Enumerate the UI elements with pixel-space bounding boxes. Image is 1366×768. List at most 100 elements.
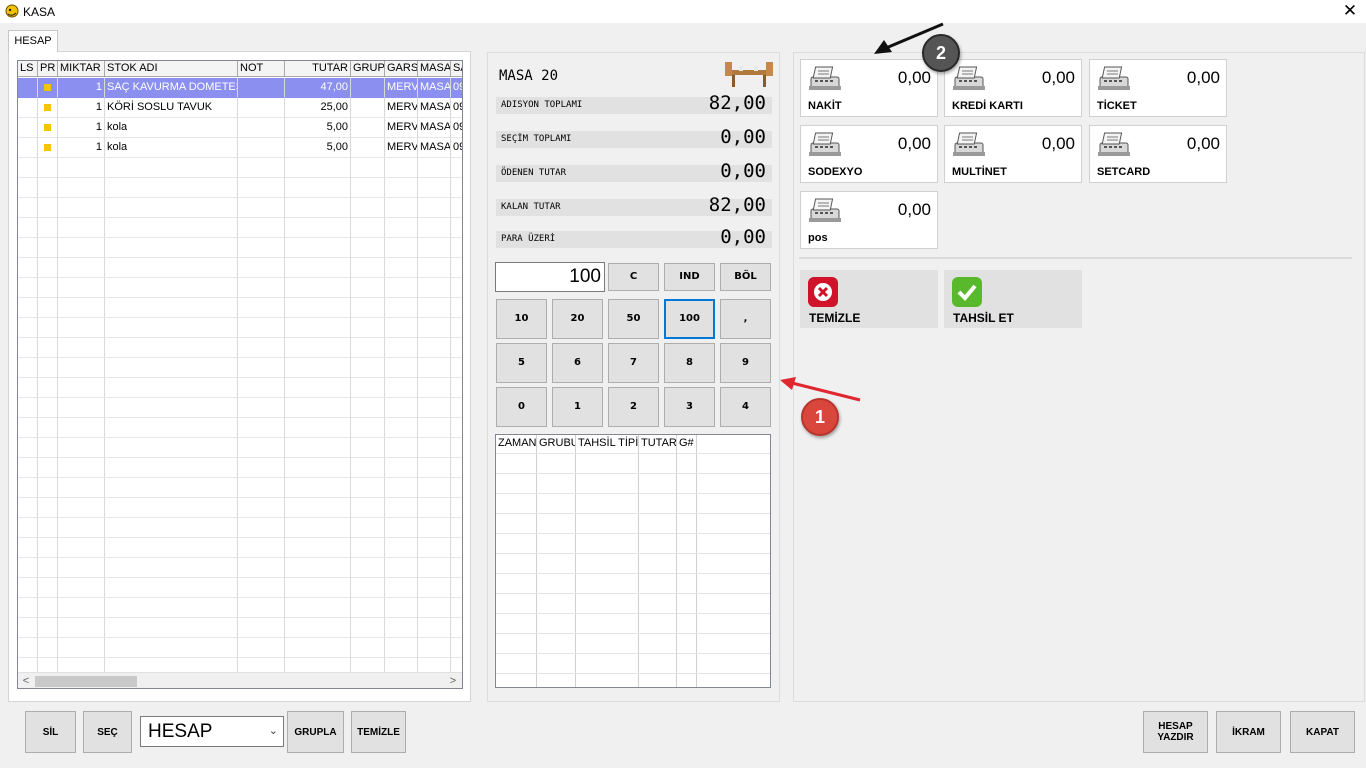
table-cell[interactable] bbox=[238, 78, 285, 98]
table-cell[interactable] bbox=[351, 98, 385, 118]
payments-grid[interactable]: ZAMAN GRUBU TAHSİL TİPİ TUTAR G# bbox=[495, 434, 771, 688]
table-cell[interactable] bbox=[238, 198, 285, 218]
table-cell[interactable] bbox=[58, 338, 105, 358]
table-cell[interactable] bbox=[38, 158, 58, 178]
table-cell[interactable] bbox=[351, 278, 385, 298]
table-cell[interactable]: 1 bbox=[58, 78, 105, 98]
table-cell[interactable] bbox=[418, 458, 451, 478]
table-cell[interactable] bbox=[385, 378, 418, 398]
table-cell[interactable] bbox=[351, 358, 385, 378]
table-cell[interactable] bbox=[351, 618, 385, 638]
table-cell[interactable] bbox=[285, 458, 351, 478]
table-cell[interactable] bbox=[385, 298, 418, 318]
table-cell[interactable] bbox=[385, 598, 418, 618]
print-bill-button[interactable]: HESAP YAZDIR bbox=[1143, 711, 1208, 753]
table-cell[interactable] bbox=[238, 438, 285, 458]
table-cell[interactable] bbox=[451, 358, 462, 378]
column-header-gars[interactable]: GARS bbox=[385, 61, 418, 77]
delete-button[interactable]: SİL bbox=[25, 711, 76, 753]
table-cell[interactable] bbox=[351, 318, 385, 338]
group-button[interactable]: GRUPLA bbox=[287, 711, 344, 753]
table-cell[interactable] bbox=[418, 538, 451, 558]
table-cell[interactable] bbox=[38, 498, 58, 518]
table-cell[interactable] bbox=[418, 378, 451, 398]
table-cell[interactable] bbox=[418, 618, 451, 638]
table-cell[interactable] bbox=[385, 158, 418, 178]
clear-payment-button[interactable]: TEMİZLE bbox=[800, 270, 938, 328]
table-cell[interactable] bbox=[38, 118, 58, 138]
table-cell[interactable] bbox=[285, 198, 351, 218]
bol-key-button[interactable]: BÖL bbox=[720, 263, 771, 291]
horizontal-scrollbar[interactable]: < > bbox=[18, 672, 462, 688]
table-cell[interactable] bbox=[18, 338, 38, 358]
table-cell[interactable] bbox=[238, 478, 285, 498]
select-button[interactable]: SEÇ bbox=[83, 711, 132, 753]
column-header-pr[interactable]: PR bbox=[38, 61, 58, 77]
payment-type-button[interactable]: 0,00 NAKİT bbox=[800, 59, 938, 117]
table-cell[interactable] bbox=[285, 618, 351, 638]
table-cell[interactable] bbox=[385, 538, 418, 558]
table-cell[interactable] bbox=[58, 478, 105, 498]
key-3-button[interactable]: 3 bbox=[664, 387, 715, 427]
table-cell[interactable] bbox=[418, 638, 451, 658]
table-cell[interactable] bbox=[18, 618, 38, 638]
table-cell[interactable]: 5,00 bbox=[285, 118, 351, 138]
table-cell[interactable] bbox=[385, 258, 418, 278]
table-cell[interactable] bbox=[58, 258, 105, 278]
key-7-button[interactable]: 7 bbox=[608, 343, 659, 383]
table-cell[interactable] bbox=[351, 258, 385, 278]
table-cell[interactable] bbox=[105, 638, 238, 658]
table-cell[interactable] bbox=[418, 498, 451, 518]
table-cell[interactable] bbox=[285, 438, 351, 458]
key-comma-button[interactable]: , bbox=[720, 299, 771, 339]
table-cell[interactable] bbox=[285, 398, 351, 418]
table-cell[interactable] bbox=[58, 318, 105, 338]
key-4-button[interactable]: 4 bbox=[720, 387, 771, 427]
table-cell[interactable] bbox=[58, 618, 105, 638]
table-cell[interactable] bbox=[351, 578, 385, 598]
table-cell[interactable] bbox=[38, 478, 58, 498]
payment-type-button[interactable]: 0,00 SODEXYO bbox=[800, 125, 938, 183]
table-cell[interactable] bbox=[18, 638, 38, 658]
table-cell[interactable] bbox=[38, 318, 58, 338]
table-cell[interactable] bbox=[58, 418, 105, 438]
table-cell[interactable] bbox=[18, 158, 38, 178]
payment-type-button[interactable]: 0,00 SETCARD bbox=[1089, 125, 1227, 183]
table-cell[interactable] bbox=[451, 338, 462, 358]
table-cell[interactable]: MERVI bbox=[385, 98, 418, 118]
scroll-left-icon[interactable]: < bbox=[19, 674, 33, 688]
table-cell[interactable] bbox=[238, 298, 285, 318]
table-cell[interactable] bbox=[38, 538, 58, 558]
table-cell[interactable] bbox=[238, 98, 285, 118]
scroll-thumb[interactable] bbox=[35, 676, 137, 687]
column-header-ls[interactable]: LS bbox=[18, 61, 38, 77]
table-cell[interactable] bbox=[351, 178, 385, 198]
table-cell[interactable] bbox=[451, 298, 462, 318]
table-cell[interactable] bbox=[351, 338, 385, 358]
table-cell[interactable] bbox=[238, 118, 285, 138]
table-cell[interactable] bbox=[385, 578, 418, 598]
table-cell[interactable] bbox=[385, 518, 418, 538]
column-header-sa[interactable]: SA bbox=[451, 61, 462, 77]
table-cell[interactable] bbox=[105, 398, 238, 418]
key-50-button[interactable]: 50 bbox=[608, 299, 659, 339]
table-cell[interactable] bbox=[238, 158, 285, 178]
table-cell[interactable] bbox=[285, 478, 351, 498]
table-cell[interactable]: MASA bbox=[418, 98, 451, 118]
table-cell[interactable] bbox=[18, 458, 38, 478]
table-cell[interactable] bbox=[385, 558, 418, 578]
table-cell[interactable] bbox=[285, 218, 351, 238]
table-cell[interactable]: MASA bbox=[418, 138, 451, 158]
column-header-grup[interactable]: GRUP bbox=[351, 61, 385, 77]
table-cell[interactable] bbox=[451, 218, 462, 238]
table-cell[interactable] bbox=[385, 498, 418, 518]
table-cell[interactable] bbox=[385, 478, 418, 498]
table-cell[interactable] bbox=[238, 598, 285, 618]
table-cell[interactable] bbox=[58, 398, 105, 418]
table-cell[interactable] bbox=[38, 258, 58, 278]
table-cell[interactable] bbox=[105, 318, 238, 338]
table-cell[interactable] bbox=[285, 558, 351, 578]
table-cell[interactable] bbox=[238, 458, 285, 478]
table-cell[interactable]: kola bbox=[105, 118, 238, 138]
table-cell[interactable] bbox=[105, 178, 238, 198]
